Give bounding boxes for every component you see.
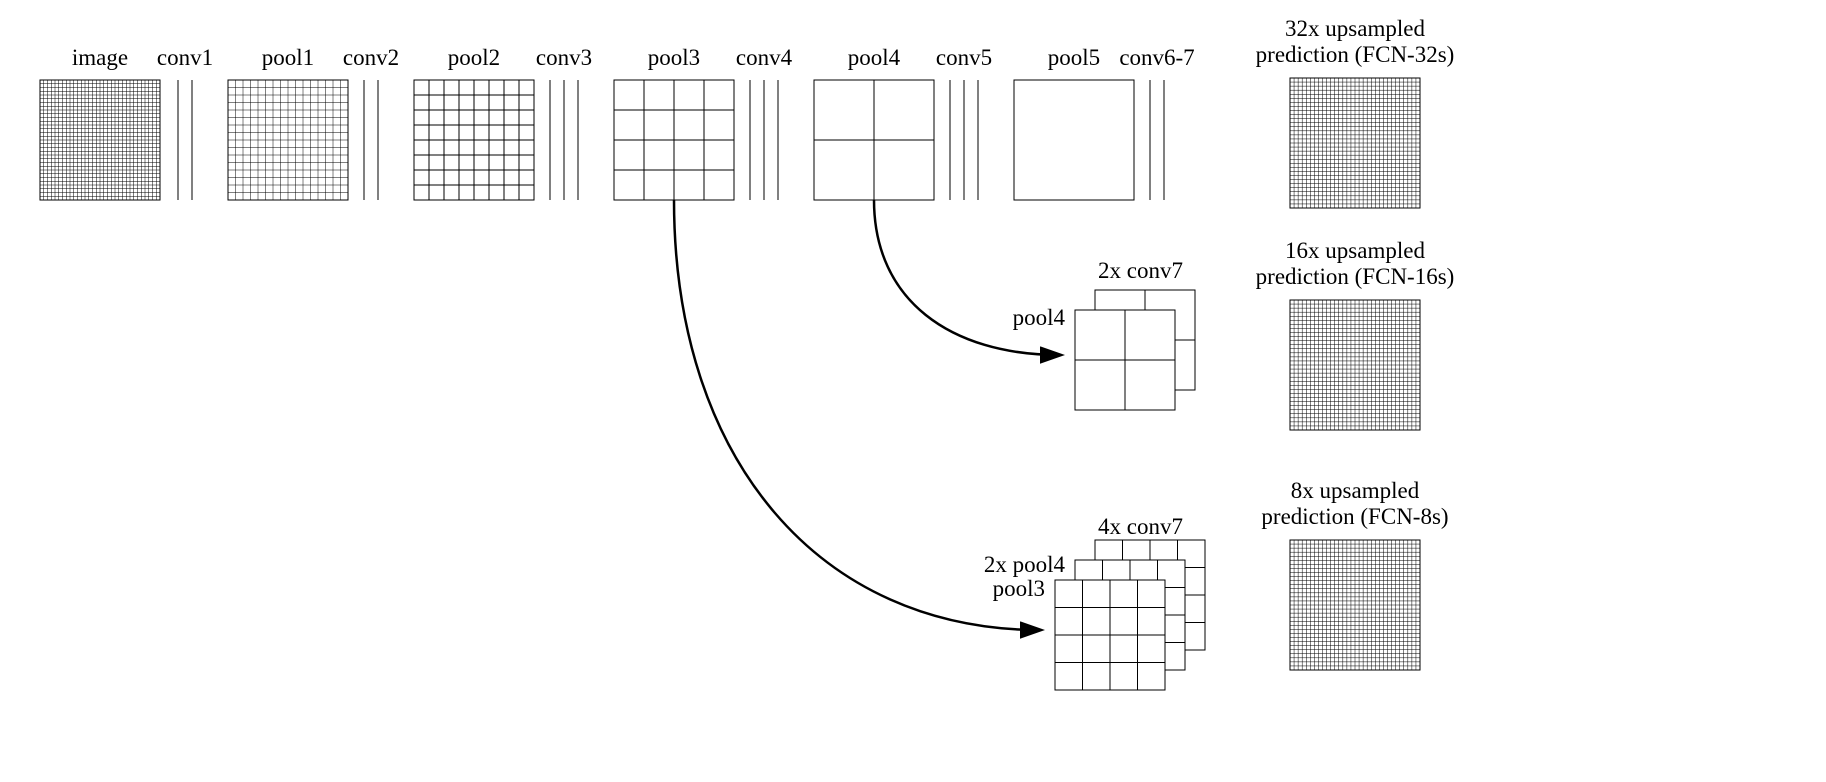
fcn16-label2: prediction (FCN-16s) xyxy=(1256,264,1455,289)
bars-conv67 xyxy=(1150,80,1164,200)
fcn16-fusion: pool4 2x conv7 xyxy=(1013,258,1195,410)
grid-image xyxy=(40,80,160,200)
label-conv5: conv5 xyxy=(936,45,992,70)
bars-conv1 xyxy=(178,80,192,200)
label-conv4: conv4 xyxy=(736,45,793,70)
fcn8-label1: 8x upsampled xyxy=(1291,478,1420,503)
label-conv3: conv3 xyxy=(536,45,592,70)
grid-pool3 xyxy=(614,80,734,200)
label-conv1: conv1 xyxy=(157,45,213,70)
fcn16-grid xyxy=(1290,300,1420,430)
fcn32-grid xyxy=(1290,78,1420,208)
bot-pool3-label: pool3 xyxy=(993,576,1045,601)
grid-pool5 xyxy=(1014,80,1134,200)
bars-conv3 xyxy=(550,80,578,200)
grid-pool1 xyxy=(228,80,348,200)
outputs-column: 32x upsampledprediction (FCN-32s) 16x ups… xyxy=(1256,16,1455,670)
fcn8-grid xyxy=(1290,540,1420,670)
fcn32-label2: prediction (FCN-32s) xyxy=(1256,42,1455,67)
label-pool4: pool4 xyxy=(848,45,901,70)
arrow-pool4-to-fcn16 xyxy=(874,200,1060,355)
grid-pool2 xyxy=(414,80,534,200)
bars-conv4 xyxy=(750,80,778,200)
label-conv2: conv2 xyxy=(343,45,399,70)
bars-conv2 xyxy=(364,80,378,200)
fcn16-label1: 16x upsampled xyxy=(1285,238,1425,263)
fcn8-fusion: pool3 2x pool4 4x conv7 xyxy=(984,514,1205,690)
mid-pool4-label: pool4 xyxy=(1013,305,1066,330)
label-pool3: pool3 xyxy=(648,45,700,70)
bars-conv5 xyxy=(950,80,978,200)
label-pool5: pool5 xyxy=(1048,45,1100,70)
label-pool2: pool2 xyxy=(448,45,500,70)
label-pool1: pool1 xyxy=(262,45,314,70)
grid-pool4 xyxy=(814,80,934,200)
label-image: image xyxy=(72,45,128,70)
bot-pool4-label: 2x pool4 xyxy=(984,552,1066,577)
fcn8-label2: prediction (FCN-8s) xyxy=(1261,504,1448,529)
bot-conv7-label: 4x conv7 xyxy=(1098,514,1183,539)
label-conv67: conv6-7 xyxy=(1119,45,1194,70)
fcn32-label1: 32x upsampled xyxy=(1285,16,1425,41)
mid-conv7-label: 2x conv7 xyxy=(1098,258,1183,283)
encoder-row: image conv1 pool1 conv2 pool2 conv3 pool3 conv4… xyxy=(40,45,1195,200)
